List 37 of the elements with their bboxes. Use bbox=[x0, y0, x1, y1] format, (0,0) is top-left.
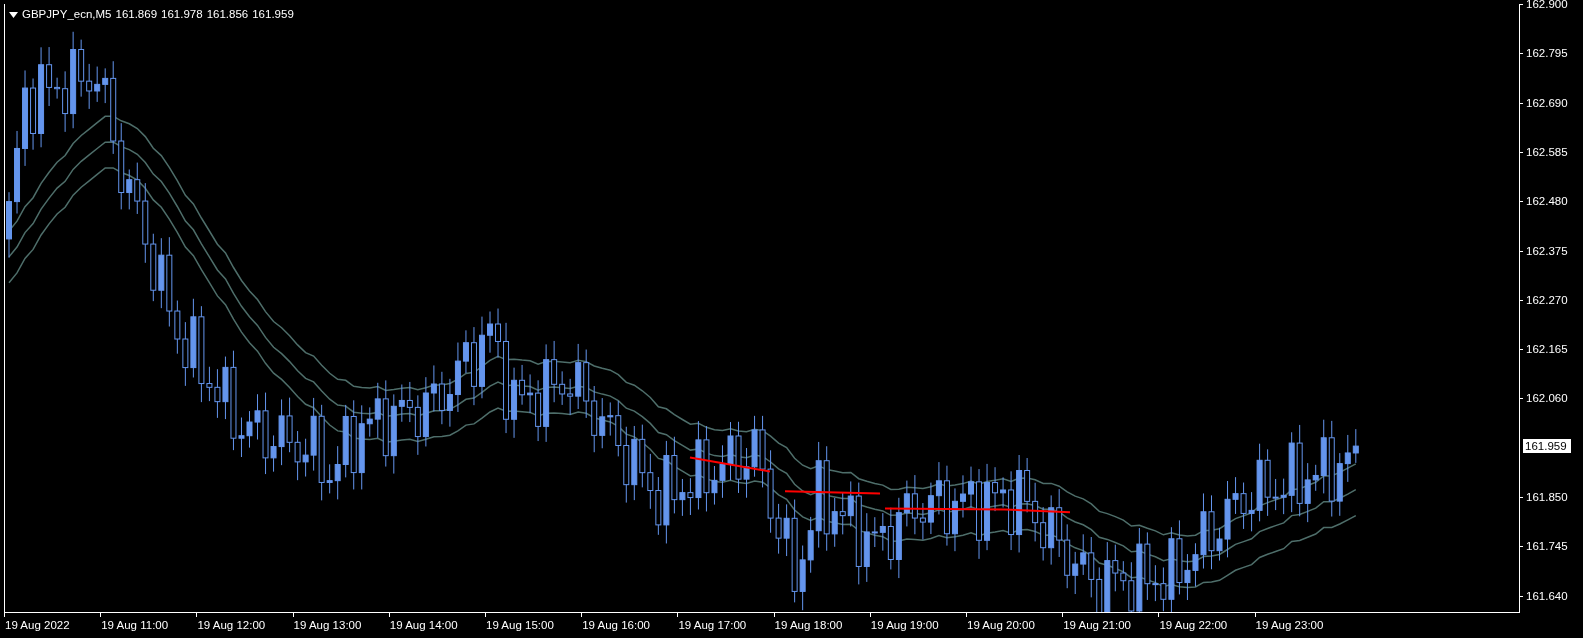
time-label: 19 Aug 12:00 bbox=[197, 618, 266, 632]
time-label: 19 Aug 19:00 bbox=[870, 618, 939, 632]
quote-value: 161.978 bbox=[161, 7, 203, 22]
price-label: 162.270 bbox=[1526, 292, 1568, 307]
price-label: 162.060 bbox=[1526, 391, 1568, 406]
quote-value: 161.856 bbox=[206, 7, 249, 22]
price-label: 162.690 bbox=[1526, 95, 1568, 110]
price-label: 162.900 bbox=[1526, 0, 1568, 11]
trendline[interactable] bbox=[884, 507, 1006, 511]
quote-value: 161.959 bbox=[252, 7, 294, 22]
price-label: 162.375 bbox=[1526, 243, 1568, 258]
price-label: 162.795 bbox=[1526, 46, 1568, 61]
trendline[interactable] bbox=[1004, 508, 1071, 514]
chart-symbol: GBPJPY_ecn,M5 bbox=[22, 7, 112, 22]
dropdown-triangle-icon[interactable] bbox=[9, 11, 18, 18]
time-label: 19 Aug 13:00 bbox=[293, 618, 362, 632]
time-label: 19 Aug 15:00 bbox=[486, 618, 554, 632]
price-label: 161.640 bbox=[1526, 588, 1568, 603]
quote-value: 161.869 bbox=[115, 7, 158, 22]
price-label: 161.745 bbox=[1526, 539, 1568, 554]
time-label: 19 Aug 17:00 bbox=[678, 618, 747, 632]
time-label: 19 Aug 18:00 bbox=[774, 618, 843, 632]
time-label: 19 Aug 2022 bbox=[5, 618, 70, 632]
price-label: 162.480 bbox=[1526, 194, 1568, 209]
time-label: 19 Aug 11:00 bbox=[101, 618, 169, 632]
price-label: 162.165 bbox=[1526, 342, 1568, 357]
trendline[interactable] bbox=[784, 490, 881, 495]
price-label: 162.585 bbox=[1526, 144, 1568, 159]
current-price-label: 161.959 bbox=[1523, 439, 1571, 453]
price-label: 161.850 bbox=[1526, 490, 1568, 504]
time-label: 19 Aug 22:00 bbox=[1159, 618, 1228, 632]
time-label: 19 Aug 23:00 bbox=[1255, 618, 1324, 632]
time-label: 19 Aug 14:00 bbox=[389, 618, 458, 632]
trendline[interactable] bbox=[689, 456, 771, 473]
time-label: 19 Aug 20:00 bbox=[967, 618, 1035, 632]
time-label: 19 Aug 16:00 bbox=[582, 618, 650, 632]
time-label: 19 Aug 21:00 bbox=[1063, 618, 1131, 632]
